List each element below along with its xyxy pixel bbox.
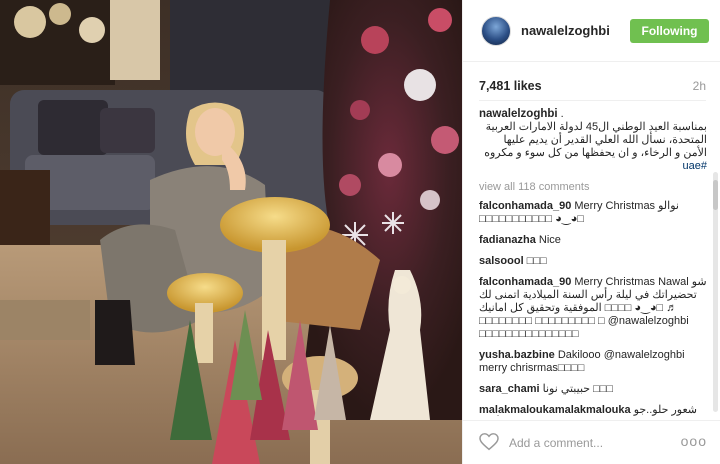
comment-extra: □□□□□□□□□□□ ◕‿◕□ [479,213,584,225]
comment-text: □□□ [526,255,547,267]
comment-user[interactable]: salsoool [479,255,524,267]
comment: fadianazha Nice [479,234,707,247]
caption-user[interactable]: nawalelzoghbi [479,108,558,120]
post-side-panel: nawalelzoghbi Following 7,481 likes 2h n… [462,0,720,464]
comment-text: حبيبتي نونا □□□ [542,383,614,395]
caption-hashtag-row: #uae [479,160,707,173]
likes-count[interactable]: 7,481 likes [479,79,542,93]
comment-text: Nice [538,234,561,246]
post-footer: ooo [463,420,720,464]
comments-scrollbar-thumb[interactable] [713,180,718,210]
following-button[interactable]: Following [630,19,709,43]
post-photo[interactable] [0,0,462,464]
comment: sara_chami حبيبتي نونا □□□ [479,383,707,396]
comment-user[interactable]: falconhamada_90 [479,200,571,212]
divider [479,100,706,101]
comment: falconhamada_90 Merry Christmas نوالو □□… [479,200,707,226]
comment: malakmaloukamalakmalouka شعور حلو..جو ال… [479,404,707,416]
comment-user[interactable]: yusha.bazbine [479,349,555,361]
post-time: 2h [692,79,706,93]
post-header: nawalelzoghbi Following [463,0,720,62]
caption-trail: . [560,108,564,120]
caption-text: بمناسبة العيد الوطني ال45 لدولة الامارات… [484,121,707,159]
caption: nawalelzoghbi . بمناسبة العيد الوطني ال4… [479,108,707,173]
comment-text: Merry Christmas نوالو [574,200,679,212]
username-link[interactable]: nawalelzoghbi [521,23,610,38]
comments-list[interactable]: nawalelzoghbi . بمناسبة العيد الوطني ال4… [479,108,707,416]
comment: salsoool □□□ [479,255,707,268]
comment: falconhamada_90 Merry Christmas Nawal شو… [479,276,707,341]
comment-user[interactable]: fadianazha [479,234,536,246]
heart-icon[interactable] [479,433,499,451]
caption-hashtag[interactable]: #uae [683,160,707,172]
comment-user[interactable]: sara_chami [479,383,540,395]
add-comment-input[interactable] [509,433,669,453]
view-all-comments[interactable]: view all 118 comments [479,181,707,194]
comment: yusha.bazbine Dakilooo @nawalelzoghbi me… [479,349,707,375]
post-photo-illustration [0,0,462,464]
instagram-post-modal: nawalelzoghbi Following 7,481 likes 2h n… [0,0,720,464]
comment-user[interactable]: malakmaloukamalakmalouka [479,404,631,416]
more-options-icon[interactable]: ooo [681,433,707,449]
avatar[interactable] [481,16,511,46]
comment-user[interactable]: falconhamada_90 [479,276,571,288]
